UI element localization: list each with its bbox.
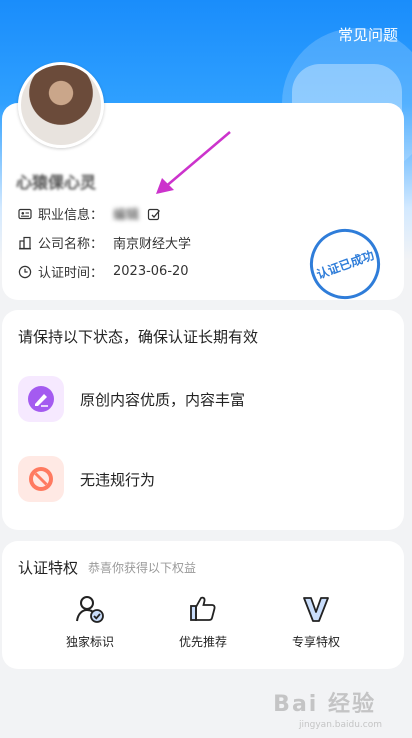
time-label: 认证时间： <box>38 266 104 281</box>
edit-icon[interactable] <box>147 207 161 221</box>
privileges-subtitle: 恭喜你获得以下权益 <box>88 561 197 575</box>
baidu-watermark-url: jingyan.baidu.com <box>298 720 382 730</box>
certified-stamp: 认证已成功 <box>300 219 390 309</box>
status-card: 请保持以下状态，确保认证长期有效 原创内容优质，内容丰富 无违规行为 <box>2 310 404 530</box>
avatar[interactable] <box>18 62 104 148</box>
baidu-watermark: Bai 经验 <box>273 692 376 717</box>
user-badge-icon <box>76 596 104 623</box>
privilege-label: 优先推荐 <box>178 635 227 649</box>
annotation-arrow <box>156 131 231 194</box>
job-value: 编辑 <box>113 208 140 223</box>
company-label: 公司名称： <box>38 237 104 252</box>
company-value: 南京财经大学 <box>113 237 192 252</box>
status-item-label: 原创内容优质，内容丰富 <box>80 390 246 409</box>
status-item-original: 原创内容优质，内容丰富 <box>18 376 245 422</box>
status-item-no-violation: 无违规行为 <box>18 456 155 502</box>
privilege-exclusive-rights[interactable]: 专享特权 <box>266 593 366 650</box>
privileges-title: 认证特权 <box>18 559 79 577</box>
thumbs-up-icon <box>190 596 216 621</box>
job-row: 职业信息： 编辑 <box>18 204 161 223</box>
time-value: 2023-06-20 <box>113 264 189 279</box>
clock-icon <box>18 265 32 278</box>
privilege-label: 专享特权 <box>291 635 340 649</box>
company-row: 公司名称： 南京财经大学 <box>18 233 191 252</box>
nickname: 心猿倮心灵 <box>16 173 97 192</box>
time-row: 认证时间： 2023-06-20 <box>18 262 189 281</box>
privilege-exclusive-badge[interactable]: 独家标识 <box>40 593 140 650</box>
pen-icon <box>18 376 64 422</box>
status-item-label: 无违规行为 <box>80 470 156 489</box>
prohibited-icon <box>18 456 64 502</box>
job-label: 职业信息： <box>38 208 104 223</box>
privileges-card: 认证特权 恭喜你获得以下权益 独家标识 优先推荐 专享特权 <box>2 541 404 669</box>
privilege-priority-recommend[interactable]: 优先推荐 <box>153 593 253 650</box>
id-card-icon <box>18 208 32 219</box>
privilege-label: 独家标识 <box>65 635 114 649</box>
building-icon <box>19 236 31 249</box>
status-title: 请保持以下状态，确保认证长期有效 <box>18 328 259 346</box>
v-icon <box>303 597 329 622</box>
faq-link[interactable]: 常见问题 <box>338 24 398 45</box>
